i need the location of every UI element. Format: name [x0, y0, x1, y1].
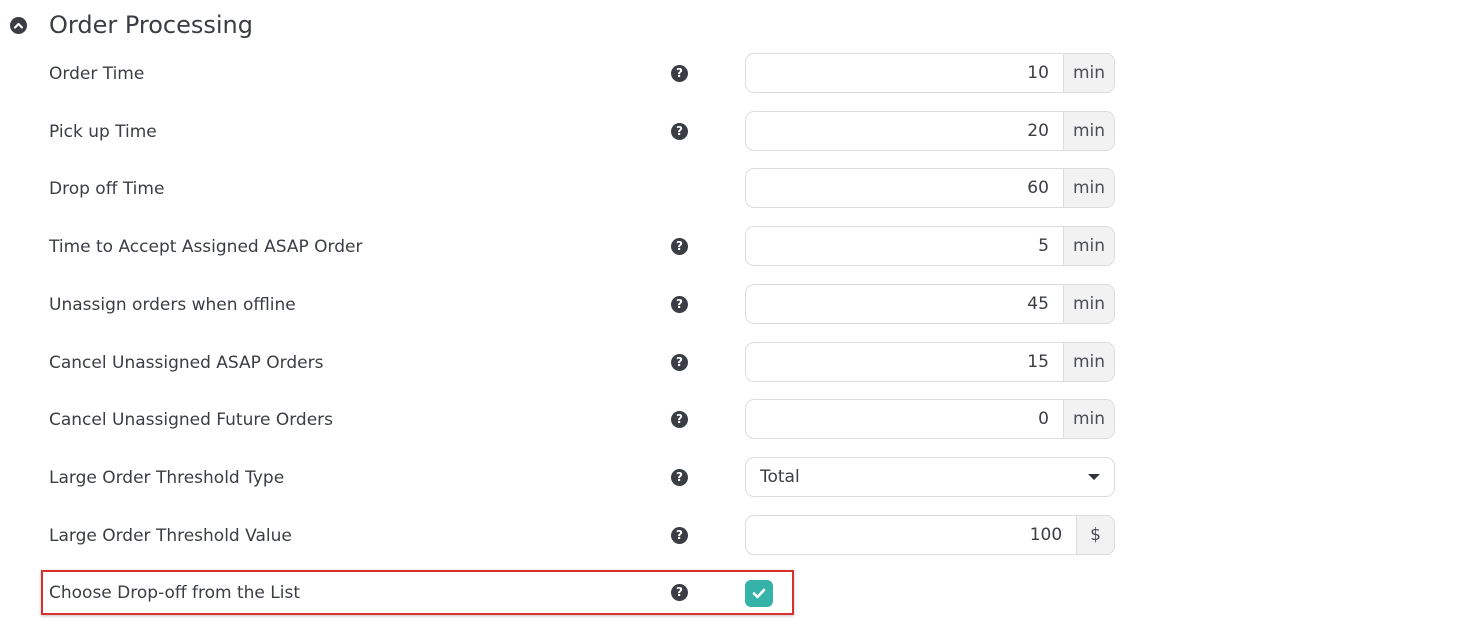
help-icon[interactable]: ? [671, 296, 688, 313]
help-icon[interactable]: ? [671, 238, 688, 255]
checkmark-icon [752, 588, 766, 599]
unassign-offline-input-group: min [745, 284, 1115, 324]
cancel-asap-input[interactable] [746, 343, 1063, 381]
field-label: Choose Drop-off from the List [49, 583, 301, 603]
pickup-time-input[interactable] [746, 112, 1063, 150]
help-icon[interactable]: ? [671, 65, 688, 82]
dropoff-time-input-group: min [745, 168, 1115, 208]
dropoff-list-checkbox[interactable] [745, 580, 773, 607]
chevron-up-circle-icon[interactable] [10, 16, 27, 34]
unit-addon: min [1062, 343, 1114, 381]
unit-addon: min [1062, 285, 1114, 323]
help-icon[interactable]: ? [671, 123, 688, 140]
field-row-threshold-type: Large Order Threshold Type ? Total [0, 457, 1467, 499]
help-icon[interactable]: ? [671, 584, 688, 601]
field-label: Cancel Unassigned Future Orders [49, 410, 333, 430]
accept-asap-input[interactable] [746, 227, 1063, 265]
field-row-dropoff-time: Drop off Time min [0, 168, 1467, 210]
select-value: Total [760, 467, 800, 487]
field-row-pickup-time: Pick up Time ? min [0, 111, 1467, 153]
field-row-accept-asap: Time to Accept Assigned ASAP Order ? min [0, 226, 1467, 268]
field-label: Large Order Threshold Value [49, 526, 292, 546]
section-title: Order Processing [49, 11, 253, 39]
unit-addon: min [1062, 227, 1114, 265]
threshold-value-input-group: $ [745, 515, 1115, 555]
pickup-time-input-group: min [745, 111, 1115, 151]
field-row-order-time: Order Time ? min [0, 53, 1467, 95]
field-row-dropoff-list: Choose Drop-off from the List ? [0, 572, 1467, 614]
field-label: Drop off Time [49, 179, 165, 199]
help-icon[interactable]: ? [671, 527, 688, 544]
unit-addon: min [1062, 169, 1114, 207]
accept-asap-input-group: min [745, 226, 1115, 266]
section-header: Order Processing [10, 8, 253, 42]
unit-addon: min [1062, 112, 1114, 150]
cancel-future-input-group: min [745, 399, 1115, 439]
field-row-cancel-asap: Cancel Unassigned ASAP Orders ? min [0, 342, 1467, 384]
field-label: Time to Accept Assigned ASAP Order [49, 237, 363, 257]
dropoff-time-input[interactable] [746, 169, 1063, 207]
field-label: Order Time [49, 64, 145, 84]
field-label: Unassign orders when offline [49, 295, 296, 315]
field-label: Pick up Time [49, 122, 157, 142]
field-label: Large Order Threshold Type [49, 468, 285, 488]
unit-addon: min [1062, 54, 1114, 92]
threshold-value-input[interactable] [746, 516, 1077, 554]
field-row-cancel-future: Cancel Unassigned Future Orders ? min [0, 399, 1467, 441]
field-label: Cancel Unassigned ASAP Orders [49, 353, 324, 373]
unit-addon: min [1062, 400, 1114, 438]
field-row-unassign-offline: Unassign orders when offline ? min [0, 284, 1467, 326]
cancel-future-input[interactable] [746, 400, 1063, 438]
cancel-asap-input-group: min [745, 342, 1115, 382]
unassign-offline-input[interactable] [746, 285, 1063, 323]
currency-addon: $ [1076, 516, 1114, 554]
order-time-input[interactable] [746, 54, 1063, 92]
field-row-threshold-value: Large Order Threshold Value ? $ [0, 515, 1467, 557]
order-time-input-group: min [745, 53, 1115, 93]
help-icon[interactable]: ? [671, 354, 688, 371]
help-icon[interactable]: ? [671, 469, 688, 486]
help-icon[interactable]: ? [671, 411, 688, 428]
caret-down-icon [1088, 474, 1100, 480]
threshold-type-select[interactable]: Total [745, 457, 1115, 497]
